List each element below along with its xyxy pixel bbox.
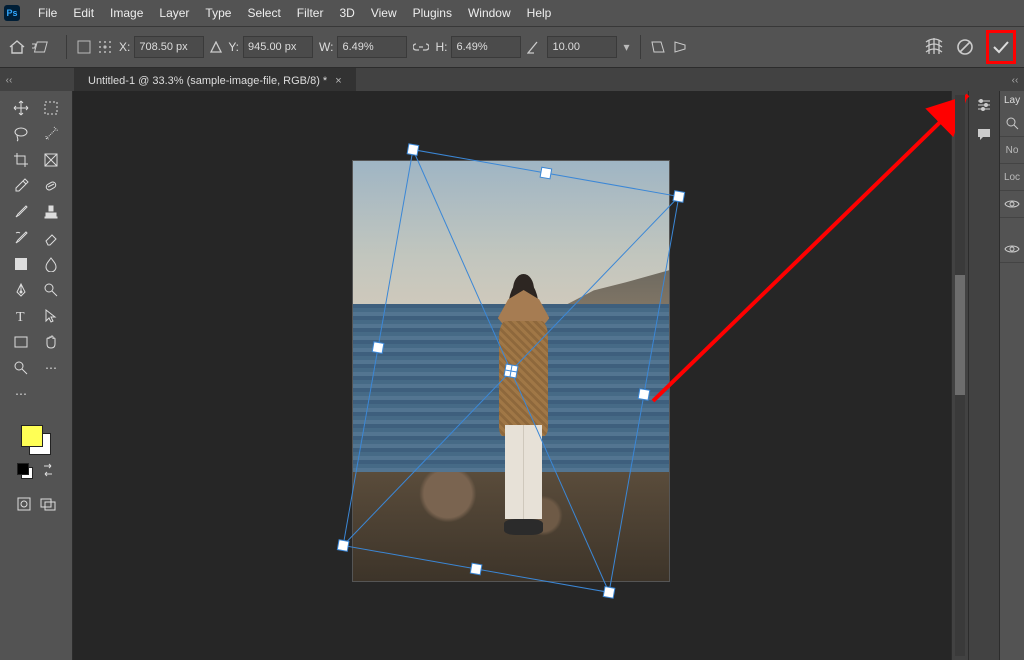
skew-v-icon[interactable] xyxy=(673,40,689,54)
document-tab[interactable]: Untitled-1 @ 33.3% (sample-image-file, R… xyxy=(74,68,356,93)
reference-point-icon[interactable] xyxy=(77,40,91,54)
rotation-input[interactable] xyxy=(547,36,617,58)
home-icon[interactable] xyxy=(8,39,26,55)
transform-icon[interactable] xyxy=(32,39,56,55)
foreground-color[interactable] xyxy=(21,425,43,447)
quick-mask-icon[interactable] xyxy=(16,496,32,515)
delta-icon[interactable] xyxy=(210,41,222,53)
pen-tool[interactable] xyxy=(8,277,34,303)
move-tool[interactable] xyxy=(8,95,34,121)
menu-help[interactable]: Help xyxy=(519,0,560,26)
app-logo: Ps xyxy=(4,5,20,21)
color-swatches[interactable] xyxy=(21,425,51,455)
x-label: X: xyxy=(119,40,130,54)
right-dock xyxy=(968,91,999,660)
reference-grid-icon[interactable] xyxy=(97,39,113,55)
warp-icon[interactable] xyxy=(924,38,944,56)
skew-h-icon[interactable] xyxy=(651,40,667,54)
comments-panel-icon[interactable] xyxy=(976,127,992,143)
lasso-tool[interactable] xyxy=(8,121,34,147)
marquee-tool[interactable] xyxy=(38,95,64,121)
menu-window[interactable]: Window xyxy=(460,0,519,26)
menu-3d[interactable]: 3D xyxy=(331,0,362,26)
work-area: T ⋯ ⋯ xyxy=(0,91,1024,660)
hand-tool[interactable] xyxy=(38,329,64,355)
document-tab-title: Untitled-1 @ 33.3% (sample-image-file, R… xyxy=(88,75,327,87)
quick-select-tool[interactable] xyxy=(38,121,64,147)
collapse-left-icon[interactable]: ‹‹ xyxy=(0,75,18,86)
w-input[interactable] xyxy=(337,36,407,58)
stamp-tool[interactable] xyxy=(38,199,64,225)
rotate-icon[interactable] xyxy=(527,40,541,54)
dodge-tool[interactable] xyxy=(38,277,64,303)
h-label: H: xyxy=(435,40,447,54)
collapse-right-icon[interactable]: ‹‹ xyxy=(1006,75,1024,86)
eraser-tool[interactable] xyxy=(38,225,64,251)
menu-file[interactable]: File xyxy=(30,0,65,26)
gradient-tool[interactable] xyxy=(8,251,34,277)
menu-edit[interactable]: Edit xyxy=(65,0,102,26)
layers-panel[interactable]: Lay No Loc xyxy=(999,91,1024,660)
vertical-scrollbar[interactable] xyxy=(951,91,968,660)
zoom-tool[interactable] xyxy=(8,355,34,381)
screen-mode-icon[interactable] xyxy=(40,496,56,515)
blur-tool[interactable] xyxy=(38,251,64,277)
document-tab-strip: ‹‹ Untitled-1 @ 33.3% (sample-image-file… xyxy=(0,67,1024,93)
visibility-icon[interactable] xyxy=(1004,198,1020,210)
menu-type[interactable]: Type xyxy=(197,0,239,26)
y-label: Y: xyxy=(228,40,239,54)
more-tools-icon[interactable]: ⋯ xyxy=(38,355,64,381)
history-brush-tool[interactable] xyxy=(8,225,34,251)
eyedropper-tool[interactable] xyxy=(8,173,34,199)
document-canvas[interactable] xyxy=(353,161,669,581)
shape-tool[interactable] xyxy=(8,329,34,355)
swap-colors-icon[interactable] xyxy=(41,463,55,480)
layers-panel-label: Lay xyxy=(1000,91,1024,110)
edit-toolbar-icon[interactable]: ⋯ xyxy=(8,381,34,407)
canvas[interactable] xyxy=(73,91,951,660)
menu-filter[interactable]: Filter xyxy=(289,0,332,26)
link-icon[interactable] xyxy=(413,41,429,53)
w-label: W: xyxy=(319,40,333,54)
properties-panel-icon[interactable] xyxy=(976,97,992,113)
frame-tool[interactable] xyxy=(38,147,64,173)
image-content xyxy=(353,161,669,581)
close-tab-icon[interactable]: × xyxy=(335,75,341,87)
menu-layer[interactable]: Layer xyxy=(151,0,197,26)
menu-bar: Ps File Edit Image Layer Type Select Fil… xyxy=(0,0,1024,26)
visibility-icon[interactable] xyxy=(1004,243,1020,255)
brush-tool[interactable] xyxy=(8,199,34,225)
healing-tool[interactable] xyxy=(38,173,64,199)
toolbox: T ⋯ ⋯ xyxy=(0,91,73,660)
commit-button[interactable] xyxy=(986,30,1016,64)
cancel-icon[interactable] xyxy=(956,38,974,56)
y-input[interactable] xyxy=(243,36,313,58)
lock-label: Loc xyxy=(1000,164,1024,191)
options-bar: X: Y: W: H: ▾ xyxy=(0,26,1024,67)
scrollbar-thumb[interactable] xyxy=(955,275,965,395)
menu-image[interactable]: Image xyxy=(102,0,151,26)
crop-tool[interactable] xyxy=(8,147,34,173)
svg-text:T: T xyxy=(16,310,25,324)
default-colors-icon[interactable] xyxy=(17,463,33,479)
blend-mode-label: No xyxy=(1000,137,1024,164)
type-tool[interactable]: T xyxy=(8,303,34,329)
path-select-tool[interactable] xyxy=(38,303,64,329)
dropdown-icon[interactable]: ▾ xyxy=(623,40,629,54)
menu-view[interactable]: View xyxy=(363,0,405,26)
menu-plugins[interactable]: Plugins xyxy=(405,0,460,26)
menu-select[interactable]: Select xyxy=(239,0,288,26)
x-input[interactable] xyxy=(134,36,204,58)
search-icon[interactable] xyxy=(1005,116,1019,130)
h-input[interactable] xyxy=(451,36,521,58)
